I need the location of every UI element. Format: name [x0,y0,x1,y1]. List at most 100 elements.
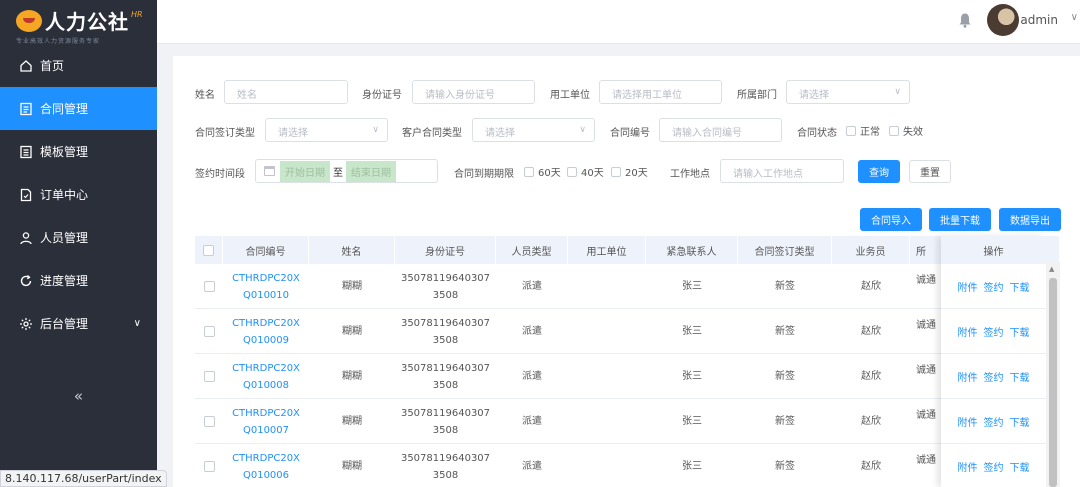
checkbox-box[interactable] [524,166,534,177]
location-cell-text: 诚通 [916,455,936,466]
table-row[interactable]: CTHRDPC20X Q010006 糊糊 35078119640307 3508 派遣 张… [195,444,1060,487]
checkbox-box[interactable] [889,125,899,136]
sidebar-item-personnel[interactable]: 人员管理 [0,216,157,259]
expiry-40-checkbox[interactable]: 40天 [567,164,604,179]
sidebar-item-progress[interactable]: 进度管理 [0,259,157,302]
scroll-up-icon[interactable]: ▲ [1049,265,1054,273]
contract-no-cell-text[interactable]: CTHRDPC20X [232,450,300,467]
brand-name: 人力公社 [45,10,129,34]
sidebar-item-home[interactable]: 首页 [0,44,157,87]
contract-no-cell-text[interactable]: Q010006 [232,467,300,484]
expiry-20-checkbox[interactable]: 20天 [611,164,648,179]
department-select[interactable]: 请选择 ∨ [786,80,910,104]
table-row[interactable]: CTHRDPC20X Q010008 糊糊 35078119640307 3508 派遣 张… [195,354,1060,399]
brand-logo[interactable]: 人力公社 HR 专业高效人力资源服务专家 [0,0,157,45]
checkbox-box[interactable] [846,125,856,136]
row-checkbox[interactable] [203,416,215,427]
scrollbar-thumb[interactable] [1049,278,1057,487]
expiry-60-checkbox[interactable]: 60天 [524,164,561,179]
start-date-input[interactable]: 开始日期 [280,160,330,182]
checkbox-box[interactable] [567,166,577,177]
contract-no-cell-text[interactable]: CTHRDPC20X [232,270,300,287]
end-date-input[interactable]: 结束日期 [346,160,396,182]
select-all-checkbox[interactable] [203,244,214,256]
row-operations: 附件 签约 下载 [941,444,1046,487]
contract-no-cell[interactable]: CTHRDPC20X Q010009 [223,309,309,354]
work-location-input[interactable]: 请输入工作地点 [720,159,844,183]
sign-time-label: 签约时间段 [195,169,245,180]
customer-contract-type-select[interactable]: 请选择 ∨ [472,118,595,142]
contract-import-button[interactable]: 合同导入 [860,208,922,231]
checkbox-label: 60天 [538,168,561,179]
contract-no-cell-text[interactable]: Q010008 [232,377,300,394]
contract-no-cell-text[interactable]: CTHRDPC20X [232,405,300,422]
sidebar-item-contract[interactable]: 合同管理 [0,87,157,130]
sidebar-item-admin[interactable]: 后台管理 ∨ [0,302,157,345]
contract-no-cell-text[interactable]: CTHRDPC20X [232,315,300,332]
bell-icon[interactable] [958,12,972,28]
attachment-link[interactable]: 附件 [958,459,978,474]
sign-type-select[interactable]: 请选择 ∨ [265,118,388,142]
sign-link[interactable]: 签约 [984,414,1004,429]
contract-no-input[interactable]: 请输入合同编号 [659,118,782,142]
sidebar-item-label: 合同管理 [40,102,89,116]
contract-no-cell-text[interactable]: Q010009 [232,332,300,349]
contract-no-cell[interactable]: CTHRDPC20X Q010007 [223,399,309,444]
table-row[interactable]: CTHRDPC20X Q010009 糊糊 35078119640307 3508 派遣 张… [195,309,1060,354]
sidebar-item-template[interactable]: 模板管理 [0,130,157,173]
sign-time-range-picker[interactable]: 开始日期 至 结束日期 [255,159,438,183]
row-checkbox[interactable] [203,461,215,472]
employer-select[interactable]: 请选择用工单位 [599,80,722,104]
row-checkbox[interactable] [203,281,215,292]
batch-download-button[interactable]: 批量下载 [929,208,991,231]
attachment-link[interactable]: 附件 [958,324,978,339]
checkbox-box[interactable] [611,166,621,177]
sign-type-cell: 新签 [738,399,832,444]
avatar[interactable] [987,4,1019,36]
download-link[interactable]: 下载 [1010,369,1030,384]
contract-no-cell[interactable]: CTHRDPC20X Q010008 [223,354,309,399]
attachment-link[interactable]: 附件 [958,369,978,384]
contract-no-cell-text[interactable]: Q010007 [232,422,300,439]
name-cell-text: 糊糊 [342,281,362,292]
table-row[interactable]: CTHRDPC20X Q010010 糊糊 35078119640307 3508 派遣 张… [195,264,1060,309]
operations-column: 操作 附件 签约 下载 附件 签约 下载 附件 签约 下载 附件 签约 下载 附件 签约 下载 [941,236,1046,487]
table-row[interactable]: CTHRDPC20X Q010007 糊糊 35078119640307 3508 派遣 张… [195,399,1060,444]
download-link[interactable]: 下载 [1010,414,1030,429]
user-menu-chevron-icon[interactable]: ∨ [1071,12,1078,23]
sign-link[interactable]: 签约 [984,369,1004,384]
data-export-button[interactable]: 数据导出 [999,208,1061,231]
contract-no-cell-text[interactable]: Q010010 [232,287,300,304]
status-invalid-checkbox[interactable]: 失效 [889,123,923,138]
download-link[interactable]: 下载 [1010,459,1030,474]
attachment-link[interactable]: 附件 [958,279,978,294]
query-button[interactable]: 查询 [858,160,900,183]
download-link[interactable]: 下载 [1010,324,1030,339]
sidebar-item-orders[interactable]: 订单中心 [0,173,157,216]
reset-button[interactable]: 重置 [909,160,951,183]
person-type-cell: 派遣 [496,444,568,487]
contract-no-cell[interactable]: CTHRDPC20X Q010006 [223,444,309,487]
contract-no-cell[interactable]: CTHRDPC20X Q010010 [223,264,309,309]
sign-link[interactable]: 签约 [984,324,1004,339]
row-checkbox[interactable] [203,326,215,337]
contract-no-cell-text[interactable]: CTHRDPC20X [232,360,300,377]
status-url: 8.140.117.68/userPart/index [0,470,167,487]
row-checkbox[interactable] [203,371,215,382]
chevron-down-icon: ∨ [894,87,901,97]
download-link[interactable]: 下载 [1010,279,1030,294]
user-name[interactable]: admin [1020,13,1058,27]
status-normal-checkbox[interactable]: 正常 [846,123,880,138]
sidebar-item-label: 订单中心 [40,188,89,202]
sign-link[interactable]: 签约 [984,459,1004,474]
collapse-sidebar-button[interactable]: « [0,387,157,405]
attachment-link[interactable]: 附件 [958,414,978,429]
row-operations: 附件 签约 下载 [941,354,1046,399]
calendar-icon [264,166,275,176]
table-scrollbar[interactable]: ▲ [1046,262,1060,487]
sign-type-cell-text: 新签 [775,371,795,382]
sign-link[interactable]: 签约 [984,279,1004,294]
person-type-cell: 派遣 [496,399,568,444]
id-card-input[interactable]: 请输入身份证号 [412,80,535,104]
name-input[interactable]: 姓名 [224,80,348,104]
